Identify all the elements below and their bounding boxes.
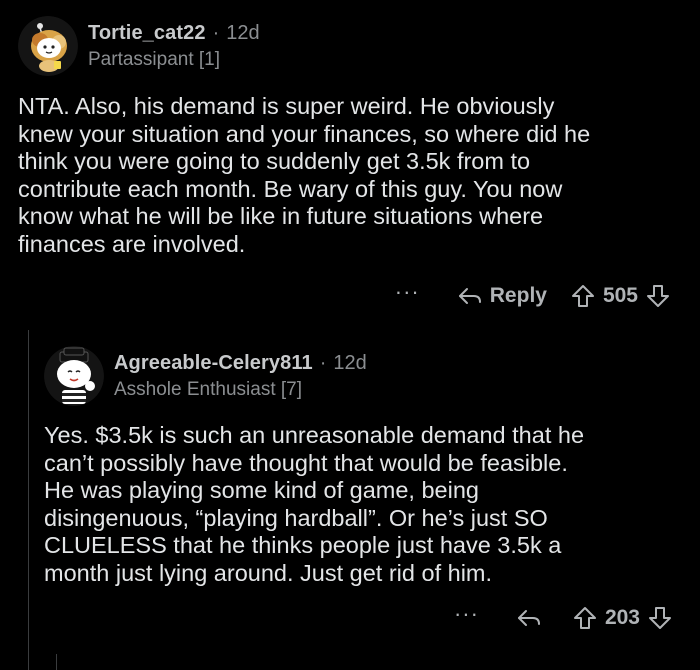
comment-age: 12d — [226, 22, 260, 44]
comment-header: Tortie_cat22 · 12d Partassipant [1] — [18, 14, 688, 78]
user-flair: Asshole Enthusiast [7] — [114, 379, 302, 400]
comment-meta: Tortie_cat22 · 12d Partassipant [1] — [88, 20, 260, 72]
comment-header: Agreeable-Celery811 · 12d Asshole Enthus… — [44, 344, 684, 408]
avatar[interactable] — [44, 346, 104, 406]
username[interactable]: Tortie_cat22 — [88, 20, 206, 46]
more-options-button[interactable]: ··· — [395, 281, 420, 307]
reply-arrow-icon — [458, 288, 481, 304]
downvote-arrow-icon[interactable] — [648, 606, 672, 630]
reply-button[interactable]: Reply — [458, 284, 547, 308]
comment-body: Yes. $3.5k is such an unreasonable deman… — [44, 422, 585, 586]
upvote-arrow-icon[interactable] — [571, 284, 595, 308]
user-flair: Partassipant [1] — [88, 49, 221, 70]
comment-1-actions: ··· Reply 505 — [395, 281, 670, 308]
avatar[interactable] — [18, 16, 78, 76]
comment-age: 12d — [333, 352, 367, 374]
vote-control: 203 — [573, 606, 672, 630]
thread-line-nested[interactable] — [56, 654, 57, 670]
downvote-arrow-icon[interactable] — [646, 284, 670, 308]
reply-button[interactable] — [517, 608, 549, 628]
vote-control: 505 — [571, 284, 670, 308]
score: 203 — [604, 606, 640, 629]
upvote-arrow-icon[interactable] — [573, 606, 597, 630]
comment-2: Agreeable-Celery811 · 12d Asshole Enthus… — [44, 344, 684, 587]
more-options-button[interactable]: ··· — [454, 603, 479, 629]
separator-dot: · — [212, 22, 220, 44]
comment-body: NTA. Also, his demand is super weird. He… — [18, 93, 591, 257]
thread-line[interactable] — [28, 330, 29, 670]
reply-label: Reply — [489, 284, 547, 307]
score: 505 — [602, 284, 638, 307]
comment-2-actions: ··· 203 — [454, 603, 672, 630]
reply-arrow-icon — [517, 610, 540, 626]
separator-dot: · — [319, 352, 327, 374]
comment-meta: Agreeable-Celery811 · 12d Asshole Enthus… — [114, 350, 367, 402]
comment-thread: Tortie_cat22 · 12d Partassipant [1] NTA.… — [0, 0, 700, 670]
comment-1: Tortie_cat22 · 12d Partassipant [1] NTA.… — [18, 14, 688, 258]
username[interactable]: Agreeable-Celery811 — [114, 350, 313, 376]
